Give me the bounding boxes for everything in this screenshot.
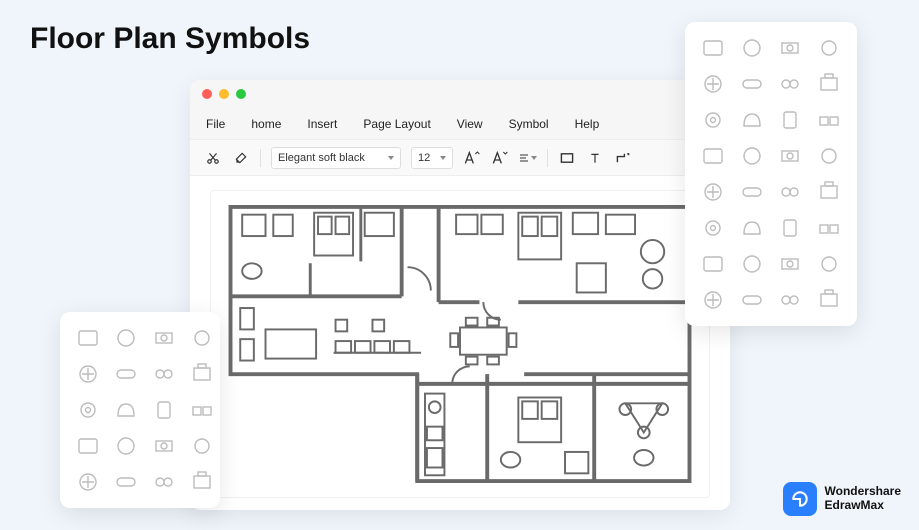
minimize-icon[interactable] bbox=[219, 89, 229, 99]
decrease-font-icon[interactable] bbox=[491, 149, 509, 167]
corner-sofa-icon[interactable] bbox=[74, 326, 102, 350]
sofa-single-icon[interactable] bbox=[699, 36, 727, 60]
round-icon[interactable] bbox=[112, 470, 140, 494]
table-square-icon[interactable] bbox=[738, 108, 766, 132]
chair-wheels-icon[interactable] bbox=[699, 144, 727, 168]
rect-2-icon[interactable] bbox=[815, 216, 843, 240]
table-pair-icon[interactable] bbox=[188, 362, 216, 386]
brand-line1: Wondershare bbox=[825, 485, 901, 499]
desk-icon[interactable] bbox=[699, 108, 727, 132]
settee-icon[interactable] bbox=[738, 288, 766, 312]
canvas[interactable] bbox=[210, 190, 710, 498]
double-chair-icon[interactable] bbox=[776, 288, 804, 312]
small-round-icon[interactable] bbox=[188, 434, 216, 458]
dining-round-icon[interactable] bbox=[815, 252, 843, 276]
format-painter-icon[interactable] bbox=[232, 149, 250, 167]
round-seating-icon[interactable] bbox=[815, 288, 843, 312]
toolbar: Elegant soft black 12 bbox=[190, 140, 730, 176]
blank-icon[interactable] bbox=[188, 470, 216, 494]
meeting-4-icon[interactable] bbox=[188, 326, 216, 350]
font-value: Elegant soft black bbox=[278, 152, 365, 164]
round-table-icon[interactable] bbox=[738, 180, 766, 204]
toolbar-divider bbox=[260, 149, 261, 167]
font-select[interactable]: Elegant soft black bbox=[271, 147, 401, 169]
round-table-icon[interactable] bbox=[112, 434, 140, 458]
fan-top-icon[interactable] bbox=[112, 362, 140, 386]
symbol-panel-right bbox=[685, 22, 857, 326]
menu-home[interactable]: home bbox=[251, 117, 281, 131]
headrest-icon[interactable] bbox=[738, 72, 766, 96]
oval-table-icon[interactable] bbox=[188, 398, 216, 422]
connector-tool-icon[interactable] bbox=[614, 149, 632, 167]
chevron-down-icon bbox=[388, 156, 394, 160]
brand: Wondershare EdrawMax bbox=[783, 482, 901, 516]
round-table-2-icon[interactable] bbox=[815, 180, 843, 204]
window-titlebar bbox=[190, 80, 730, 108]
dial-icon[interactable] bbox=[776, 180, 804, 204]
text-tool-icon[interactable] bbox=[586, 149, 604, 167]
menu-help[interactable]: Help bbox=[575, 117, 600, 131]
brand-logo-icon bbox=[783, 482, 817, 516]
desk-chair-icon[interactable] bbox=[112, 326, 140, 350]
chair-top-icon[interactable] bbox=[112, 398, 140, 422]
chair-icon[interactable] bbox=[74, 470, 102, 494]
meeting-8-icon[interactable] bbox=[74, 398, 102, 422]
stool-pair-icon[interactable] bbox=[776, 144, 804, 168]
brand-text: Wondershare EdrawMax bbox=[825, 485, 901, 513]
dining-4-icon[interactable] bbox=[150, 326, 178, 350]
blob-icon[interactable] bbox=[738, 216, 766, 240]
maximize-icon[interactable] bbox=[236, 89, 246, 99]
chevron-down-icon bbox=[531, 156, 537, 160]
bench-icon[interactable] bbox=[815, 108, 843, 132]
square-table-icon[interactable] bbox=[74, 434, 102, 458]
menu-view[interactable]: View bbox=[457, 117, 483, 131]
toolbar-divider bbox=[547, 149, 548, 167]
font-size-select[interactable]: 12 bbox=[411, 147, 453, 169]
brand-line2: EdrawMax bbox=[825, 499, 901, 513]
chair-side-2-icon[interactable] bbox=[699, 216, 727, 240]
meeting-6-icon[interactable] bbox=[150, 362, 178, 386]
font-size-value: 12 bbox=[418, 152, 430, 164]
menu-insert[interactable]: Insert bbox=[307, 117, 337, 131]
menu-page-layout[interactable]: Page Layout bbox=[363, 117, 430, 131]
chair-outline-icon[interactable] bbox=[776, 36, 804, 60]
stool-bar-icon[interactable] bbox=[738, 144, 766, 168]
align-icon[interactable] bbox=[519, 149, 537, 167]
rectangle-tool-icon[interactable] bbox=[558, 149, 576, 167]
cut-icon[interactable] bbox=[204, 149, 222, 167]
square-2-icon[interactable] bbox=[150, 470, 178, 494]
lounge-icon[interactable] bbox=[699, 288, 727, 312]
symbol-panel-left bbox=[60, 312, 220, 508]
conference-icon[interactable] bbox=[150, 398, 178, 422]
chair-round-icon[interactable] bbox=[738, 36, 766, 60]
fan-icon[interactable] bbox=[699, 180, 727, 204]
round-6-icon[interactable] bbox=[74, 362, 102, 386]
menu-bar: File home Insert Page Layout View Symbol… bbox=[190, 108, 730, 140]
lamp-icon[interactable] bbox=[776, 72, 804, 96]
page-title: Floor Plan Symbols bbox=[30, 22, 310, 56]
side-table-icon[interactable] bbox=[738, 252, 766, 276]
chair-side-icon[interactable] bbox=[776, 108, 804, 132]
floor-plan-drawing bbox=[223, 203, 697, 485]
desk-double-icon[interactable] bbox=[815, 144, 843, 168]
close-icon[interactable] bbox=[202, 89, 212, 99]
increase-font-icon[interactable] bbox=[463, 149, 481, 167]
circle-chair-icon[interactable] bbox=[699, 72, 727, 96]
app-window: File home Insert Page Layout View Symbol… bbox=[190, 80, 730, 510]
rect-table-icon[interactable] bbox=[150, 434, 178, 458]
monitor-icon[interactable] bbox=[815, 72, 843, 96]
square-icon[interactable] bbox=[776, 252, 804, 276]
rect-icon[interactable] bbox=[776, 216, 804, 240]
menu-symbol[interactable]: Symbol bbox=[509, 117, 549, 131]
stool-icon[interactable] bbox=[699, 252, 727, 276]
menu-file[interactable]: File bbox=[206, 117, 225, 131]
chevron-down-icon bbox=[440, 156, 446, 160]
armchair-icon[interactable] bbox=[815, 36, 843, 60]
